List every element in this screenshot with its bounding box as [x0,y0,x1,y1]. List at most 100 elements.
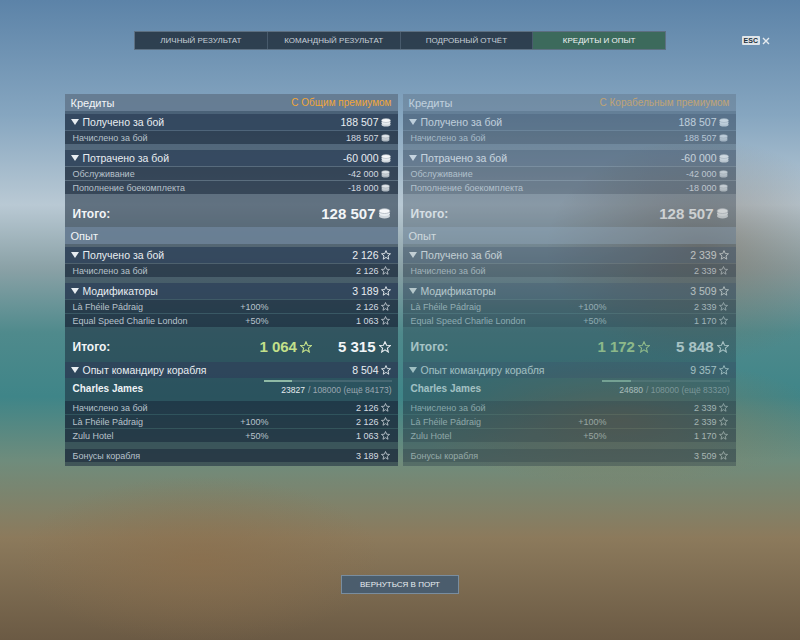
star-icon [719,316,728,325]
item-row: Equal Speed Charlie London+50%1 063 [65,314,398,327]
caret-icon [71,288,79,294]
item-value: -42 000 [607,169,717,179]
tab[interactable]: ЛИЧНЫЙ РЕЗУЛЬТАТ [135,32,268,49]
bonus-row: Бонусы корабля 3 509 [403,449,736,462]
tab[interactable]: КРЕДИТЫ И ОПЫТ [533,32,665,49]
panels: КредитыС Общим премиумомПолучено за бой1… [65,94,736,466]
section-title: Опыт командиру корабля [421,364,691,376]
item-label: Начислено за бой [73,403,229,413]
star-icon [381,286,391,296]
credits-icon [719,170,728,178]
section-row[interactable]: Модификаторы3 189 [65,283,398,299]
section-group: Получено за бой188 507Начислено за бой18… [403,114,736,144]
section-title: Потрачено за бой [421,152,681,164]
section-value: 188 507 [341,116,379,128]
item-label: Начислено за бой [411,266,567,276]
section-row[interactable]: Потрачено за бой-60 000 [403,150,736,166]
item-label: Бонусы корабля [411,451,567,461]
close-icon [762,37,770,45]
caret-icon [71,119,79,125]
item-row: Là Fhéile Pádraig+100%2 126 [65,415,398,428]
results-screen: ЛИЧНЫЙ РЕЗУЛЬТАТКОМАНДНЫЙ РЕЗУЛЬТАТПОДРО… [0,0,800,640]
credits-icon [716,208,729,219]
block-header: Опыт [403,227,736,244]
item-value: 3 509 [607,451,717,461]
item-row: Начислено за бой2 339 [403,401,736,414]
caret-icon [409,288,417,294]
item-value: 1 170 [607,316,717,326]
block-title: Опыт [71,230,98,242]
progress-rest: / 108000 (ещё 83320) [646,385,730,395]
item-row: Là Fhéile Pádraig+100%2 126 [65,300,398,313]
total-label: Итого: [73,340,260,354]
item-modifier: +100% [229,302,269,312]
section-group: Модификаторы3 509Là Fhéile Pádraig+100%2… [403,283,736,327]
progress-text: 23827/ 108000 (ещё 84173) [264,385,392,395]
section-group: Получено за бой2 339Начислено за бой2 33… [403,247,736,277]
item-label: Начислено за бой [73,266,229,276]
commander-row: Charles James24680/ 108000 (ещё 83320) [403,378,736,400]
item-modifier: +100% [567,417,607,427]
item-value: 2 339 [607,417,717,427]
caret-icon [409,252,417,258]
item-label: Обслуживание [73,169,229,179]
section-group: Потрачено за бой-60 000Обслуживание-42 0… [403,150,736,194]
item-row: Начислено за бой2 339 [403,264,736,277]
results-panel: КредитыС Общим премиумомПолучено за бой1… [65,94,398,466]
section-title: Модификаторы [421,285,691,297]
item-row: Обслуживание-42 000 [403,167,736,180]
item-label: Zulu Hotel [411,431,567,441]
section-title: Модификаторы [83,285,353,297]
credits-icon [381,134,390,142]
item-label: Là Fhéile Pádraig [411,417,567,427]
section-value: 8 504 [352,364,378,376]
premium-label: С Корабельным премиумом [600,97,730,108]
free-star-icon [300,341,312,353]
star-icon [719,250,729,260]
section-row[interactable]: Получено за бой2 126 [65,247,398,263]
item-row: Пополнение боекомплекта-18 000 [403,181,736,194]
item-label: Là Fhéile Pádraig [411,302,567,312]
section-row[interactable]: Опыт командиру корабля8 504 [65,362,398,378]
item-label: Пополнение боекомплекта [73,183,229,193]
section-value: 2 126 [352,249,378,261]
section-row[interactable]: Потрачено за бой-60 000 [65,150,398,166]
star-icon [381,403,390,412]
item-row: Equal Speed Charlie London+50%1 170 [403,314,736,327]
total-value: 5 848 [676,338,714,355]
section-row[interactable]: Модификаторы3 509 [403,283,736,299]
item-value: 2 126 [269,266,379,276]
caret-icon [409,119,417,125]
progress-rest: / 108000 (ещё 84173) [308,385,392,395]
section-row[interactable]: Опыт командиру корабля9 357 [403,362,736,378]
tab[interactable]: КОМАНДНЫЙ РЕЗУЛЬТАТ [268,32,401,49]
item-value: 2 339 [607,302,717,312]
item-value: 188 507 [269,133,379,143]
item-label: Начислено за бой [411,403,567,413]
progress-current: 24680 [619,385,643,395]
section-group: Модификаторы3 189Là Fhéile Pádraig+100%2… [65,283,398,327]
premium-label: С Общим премиумом [291,97,391,108]
return-to-port-button[interactable]: ВЕРНУТЬСЯ В ПОРТ [341,575,459,594]
star-icon [381,316,390,325]
section-row[interactable]: Получено за бой188 507 [403,114,736,130]
tab[interactable]: ПОДРОБНЫЙ ОТЧЁТ [401,32,534,49]
free-experience-value: 1 172 [597,338,635,355]
section-title: Получено за бой [421,249,691,261]
progress-bar [264,380,392,382]
section-row[interactable]: Получено за бой188 507 [65,114,398,130]
commander-group: Опыт командиру корабля8 504Charles James… [65,362,398,462]
close-button[interactable]: ESC [742,36,770,45]
section-title: Получено за бой [83,116,341,128]
item-row: Обслуживание-42 000 [65,167,398,180]
star-icon [719,302,728,311]
star-icon [719,403,728,412]
item-value: 2 126 [269,403,379,413]
item-row: Là Fhéile Pádraig+100%2 339 [403,300,736,313]
free-experience: 1 064 [259,338,312,355]
section-row[interactable]: Получено за бой2 339 [403,247,736,263]
item-label: Là Fhéile Pádraig [73,302,229,312]
star-icon [381,302,390,311]
star-icon [381,250,391,260]
caret-icon [409,367,417,373]
